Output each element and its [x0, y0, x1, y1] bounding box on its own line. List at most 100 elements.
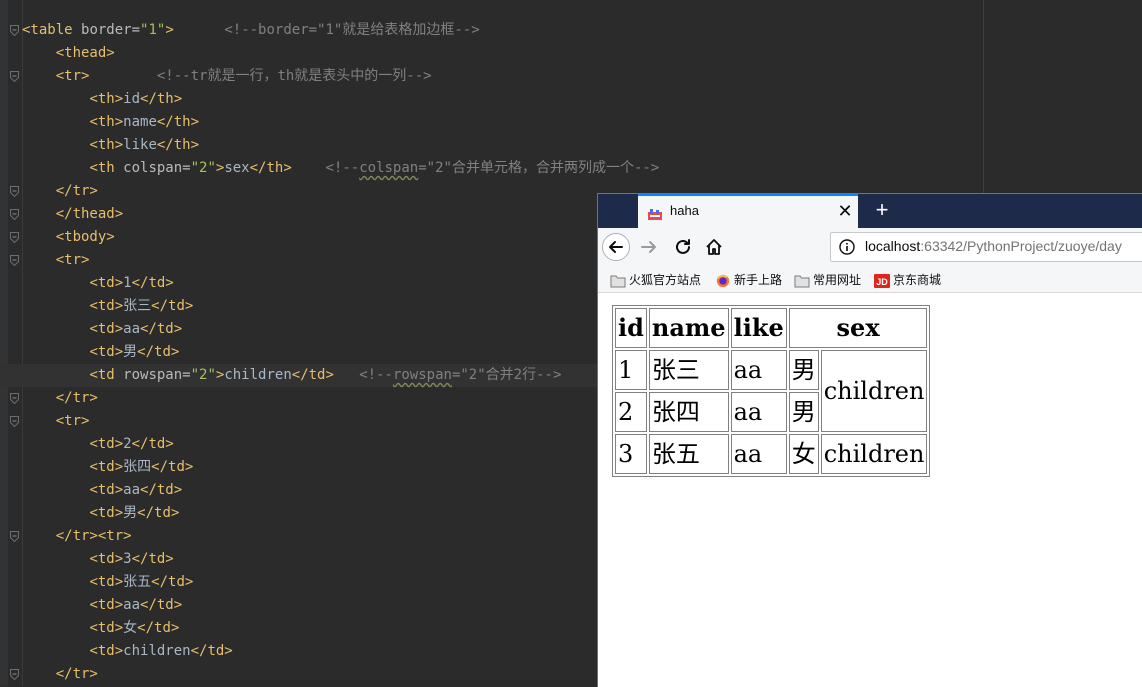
code-text: <td>男</td>: [22, 502, 179, 525]
code-token: 张四: [123, 459, 152, 475]
code-text: <td>aa</td>: [22, 479, 182, 502]
fold-marker-icon[interactable]: [10, 416, 19, 427]
home-button[interactable]: [705, 238, 723, 256]
folder-icon: [610, 274, 626, 288]
code-line[interactable]: <th>id</th>: [0, 88, 1142, 111]
table-cell: 张四: [648, 392, 729, 432]
code-token: <td>: [89, 344, 124, 360]
demo-table: id name like sex 1 张三 aa 男 children 2 张四: [612, 305, 931, 477]
code-token: <tr>: [55, 252, 90, 268]
code-token: <tr>: [55, 413, 90, 429]
tab-close-icon[interactable]: ✕: [836, 202, 854, 220]
code-token: </td>: [140, 482, 183, 498]
fold-marker-icon[interactable]: [10, 25, 19, 36]
new-tab-button[interactable]: +: [870, 198, 894, 222]
code-token: <thead>: [55, 45, 115, 61]
code-token: </td>: [291, 367, 334, 383]
code-text: <td>aa</td>: [22, 594, 182, 617]
code-line[interactable]: <thead>: [0, 42, 1142, 65]
fold-marker-icon[interactable]: [10, 209, 19, 220]
code-text: <td rowspan="2">children</td> <!--rowspa…: [22, 364, 561, 387]
tab-title: haha: [670, 203, 699, 218]
code-token: <td>: [89, 597, 124, 613]
bookmark-firefox-official[interactable]: 火狐官方站点: [610, 271, 701, 289]
code-text: <td>张三</td>: [22, 295, 193, 318]
code-text: </thead>: [22, 203, 123, 226]
code-line[interactable]: <table border="1"> <!--border="1"就是给表格加边…: [0, 19, 1142, 42]
fold-marker-icon[interactable]: [10, 669, 19, 680]
code-token: </th>: [156, 137, 200, 153]
code-token: <table: [22, 22, 82, 38]
code-token: aa: [123, 482, 141, 498]
code-token: 男: [123, 344, 138, 360]
code-line[interactable]: <tr> <!--tr就是一行，th就是表头中的一列-->: [0, 65, 1142, 88]
tab-haha[interactable]: haha ✕: [638, 194, 858, 228]
code-token: 2: [123, 436, 132, 452]
table-cell: children: [820, 434, 928, 474]
code-token: rowspan=: [123, 367, 191, 383]
code-token: <td>: [89, 620, 124, 636]
code-token: <td>: [89, 459, 124, 475]
jd-icon: JD: [874, 273, 890, 288]
code-line[interactable]: <th>like</th>: [0, 134, 1142, 157]
code-text: <tr>: [22, 249, 90, 272]
code-text: <th colspan="2">sex</th> <!--colspan="2"…: [22, 157, 659, 180]
tab-bar: haha ✕ +: [598, 194, 1142, 228]
forward-button[interactable]: [640, 238, 658, 256]
code-text: </tr>: [22, 663, 98, 686]
code-text: <td>女</td>: [22, 617, 179, 640]
code-token: </th>: [249, 160, 292, 176]
fold-marker-icon[interactable]: [10, 393, 19, 404]
code-token: children: [224, 367, 292, 383]
code-text: <tbody>: [22, 226, 115, 249]
fold-marker-icon[interactable]: [10, 531, 19, 542]
header-id: id: [615, 308, 647, 348]
info-icon[interactable]: [839, 239, 855, 255]
code-token: <!--: [325, 160, 360, 176]
code-token: <tr>: [55, 68, 90, 84]
url-bar[interactable]: localhost:63342/PythonProject/zuoye/day: [830, 232, 1142, 262]
code-token: </td>: [131, 275, 174, 291]
bookmark-label: 京东商城: [893, 273, 942, 287]
table-cell: 张五: [648, 434, 729, 474]
code-token: </td>: [151, 298, 194, 314]
code-text: <tr>: [22, 410, 90, 433]
table-cell: 1: [615, 350, 647, 390]
code-text: <td>张四</td>: [22, 456, 193, 479]
fold-marker-icon[interactable]: [10, 255, 19, 266]
fold-marker-icon[interactable]: [10, 232, 19, 243]
code-token: 张五: [123, 574, 152, 590]
bookmark-common-sites[interactable]: 常用网址: [794, 271, 861, 289]
svg-text:JD: JD: [876, 277, 888, 287]
code-token: "2": [190, 367, 216, 383]
fold-marker-icon[interactable]: [10, 186, 19, 197]
code-token: </td>: [137, 344, 180, 360]
table-cell: 男: [788, 392, 819, 432]
bookmark-getting-started[interactable]: 新手上路: [715, 271, 782, 289]
code-token: "1": [140, 22, 166, 38]
code-token: <td>: [89, 321, 124, 337]
reload-button[interactable]: [674, 238, 692, 256]
fold-marker-icon[interactable]: [10, 71, 19, 82]
code-line[interactable]: <th colspan="2">sex</th> <!--colspan="2"…: [0, 157, 1142, 180]
code-token: <th: [89, 160, 124, 176]
code-token: </td>: [131, 436, 174, 452]
code-token: "2": [190, 160, 216, 176]
bookmark-label: 常用网址: [813, 273, 862, 287]
bookmark-jd-mall[interactable]: JD 京东商城: [874, 271, 941, 289]
code-line[interactable]: <th>name</th>: [0, 111, 1142, 134]
back-button[interactable]: [602, 233, 630, 261]
code-token: </tr>: [55, 183, 98, 199]
